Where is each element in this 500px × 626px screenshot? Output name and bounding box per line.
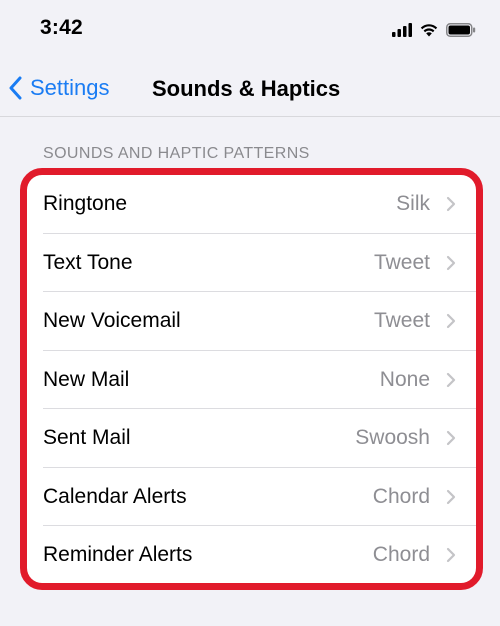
- row-value: Chord: [372, 484, 430, 508]
- row-value: Swoosh: [355, 426, 430, 450]
- chevron-right-icon: [446, 431, 456, 446]
- chevron-right-icon: [446, 548, 456, 563]
- back-button[interactable]: Settings: [8, 70, 110, 106]
- row-label: Sent Mail: [43, 426, 131, 450]
- page-title: Sounds & Haptics: [152, 76, 341, 101]
- wifi-icon: [420, 24, 438, 37]
- status-icons: [392, 20, 476, 40]
- cellular-signal-icon: [392, 23, 412, 37]
- list-item-ringtone[interactable]: Ringtone Silk: [27, 175, 476, 234]
- row-value: Tweet: [373, 309, 430, 333]
- list-item-new-voicemail[interactable]: New Voicemail Tweet: [27, 292, 476, 351]
- back-label: Settings: [30, 75, 110, 100]
- navigation-bar: Settings Sounds & Haptics: [0, 60, 500, 117]
- row-label: Calendar Alerts: [43, 484, 187, 508]
- row-label: New Voicemail: [43, 309, 181, 333]
- list-item-reminder-alerts[interactable]: Reminder Alerts Chord: [27, 526, 476, 583]
- sounds-list: Ringtone Silk Text Tone Tweet New Voicem…: [27, 175, 476, 583]
- chevron-right-icon: [446, 255, 456, 270]
- section-header: SOUNDS AND HAPTIC PATTERNS: [43, 145, 310, 162]
- list-item-text-tone[interactable]: Text Tone Tweet: [27, 234, 476, 292]
- row-value: None: [379, 367, 430, 391]
- row-value: Tweet: [373, 250, 430, 274]
- row-label: Text Tone: [43, 250, 133, 274]
- chevron-right-icon: [446, 489, 456, 504]
- battery-icon: [446, 23, 476, 37]
- row-value: Chord: [372, 543, 430, 567]
- status-time: 3:42: [40, 16, 83, 39]
- chevron-left-icon: [9, 76, 22, 100]
- list-item-new-mail[interactable]: New Mail None: [27, 351, 476, 409]
- list-item-sent-mail[interactable]: Sent Mail Swoosh: [27, 409, 476, 468]
- row-value: Silk: [396, 192, 430, 216]
- list-item-calendar-alerts[interactable]: Calendar Alerts Chord: [27, 468, 476, 526]
- row-label: New Mail: [43, 367, 130, 391]
- status-bar: 3:42: [0, 0, 500, 60]
- chevron-right-icon: [446, 314, 456, 329]
- row-label: Ringtone: [43, 192, 128, 216]
- row-label: Reminder Alerts: [43, 543, 193, 567]
- chevron-right-icon: [446, 197, 456, 212]
- chevron-right-icon: [446, 372, 456, 387]
